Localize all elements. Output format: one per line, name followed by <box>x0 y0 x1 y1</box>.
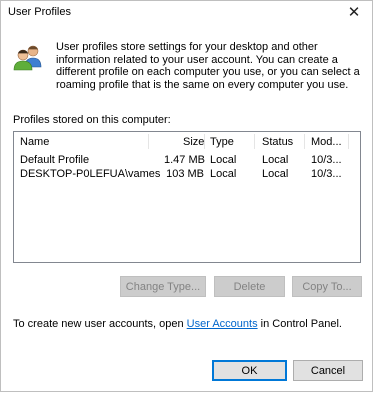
column-header-modified[interactable]: Mod... <box>311 136 342 148</box>
row-size: 103 MB <box>166 168 204 180</box>
create-accounts-prefix: To create new user accounts, open <box>13 318 187 330</box>
close-button[interactable]: ✕ <box>340 1 368 23</box>
list-header: Name Size Type Status Mod... <box>14 132 360 151</box>
copy-to-button[interactable]: Copy To... <box>292 276 362 297</box>
delete-button[interactable]: Delete <box>214 276 285 297</box>
row-name: DESKTOP-P0LEFUA\vames <box>20 168 161 180</box>
close-icon: ✕ <box>347 4 361 21</box>
column-header-name[interactable]: Name <box>20 136 49 148</box>
table-row[interactable]: DESKTOP-P0LEFUA\vames 103 MB Local Local… <box>14 168 360 182</box>
create-accounts-text: To create new user accounts, open User A… <box>13 318 342 330</box>
profiles-label: Profiles stored on this computer: <box>13 114 171 126</box>
row-name: Default Profile <box>20 154 90 166</box>
change-type-button[interactable]: Change Type... <box>120 276 206 297</box>
profiles-list[interactable]: Name Size Type Status Mod... Default Pro… <box>13 131 361 263</box>
column-header-type[interactable]: Type <box>210 136 234 148</box>
row-modified: 10/3... <box>311 154 342 166</box>
user-profiles-dialog: User Profiles ✕ User profiles store sett… <box>0 0 373 392</box>
users-icon <box>13 45 42 71</box>
cancel-button[interactable]: Cancel <box>293 360 363 381</box>
ok-button[interactable]: OK <box>212 360 287 381</box>
row-status: Local <box>262 154 289 166</box>
row-status: Local <box>262 168 289 180</box>
row-type: Local <box>210 154 237 166</box>
row-type: Local <box>210 168 237 180</box>
intro-text: User profiles store settings for your de… <box>56 41 360 91</box>
title-bar: User Profiles ✕ <box>1 1 372 23</box>
column-header-status[interactable]: Status <box>262 136 293 148</box>
create-accounts-suffix: in Control Panel. <box>257 318 342 330</box>
table-row[interactable]: Default Profile 1.47 MB Local Local 10/3… <box>14 154 360 168</box>
row-size: 1.47 MB <box>164 154 205 166</box>
user-accounts-link[interactable]: User Accounts <box>187 318 258 330</box>
window-title: User Profiles <box>8 6 71 18</box>
row-modified: 10/3... <box>311 168 342 180</box>
column-header-size[interactable]: Size <box>183 136 204 148</box>
